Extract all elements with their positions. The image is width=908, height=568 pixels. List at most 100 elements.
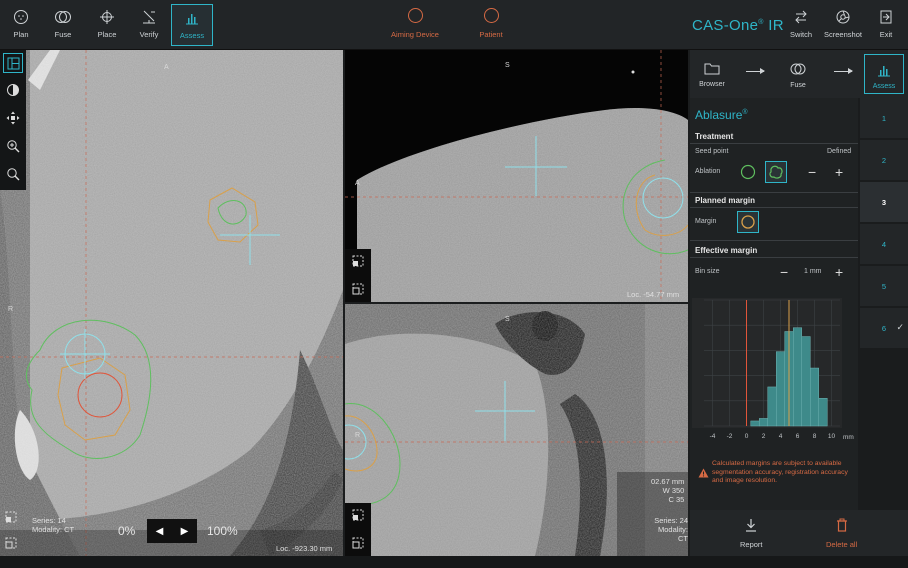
bin-size-minus-button[interactable]: − [780, 265, 788, 279]
nav-fuse-label: Fuse [790, 82, 806, 89]
sagittal-viewport[interactable]: S A Loc. -54.77 mm [345, 50, 688, 302]
planned-margin-heading: Planned margin [695, 196, 756, 205]
x-tick-label: -4 [710, 433, 716, 440]
slider-control[interactable]: ◀ ▶ [147, 519, 197, 543]
panel-actions: Report Delete all [690, 510, 908, 556]
ablasure-panel: Ablasure® Treatment Seed point Defined A… [690, 98, 858, 510]
place-button[interactable]: Place [86, 4, 128, 46]
ablation-minus-button[interactable]: − [808, 165, 816, 179]
orientation-label-left: R [355, 432, 361, 439]
histogram-bar [818, 398, 828, 427]
patient-button[interactable]: Patient [466, 8, 516, 39]
planned-margin-shape-button[interactable] [737, 211, 759, 233]
histogram-bar [759, 418, 768, 427]
warning-text: Calculated margins are subject to availa… [712, 460, 848, 485]
plan-button[interactable]: Plan [0, 4, 42, 46]
workflow-nav: Browser Fuse Assess [690, 50, 908, 98]
switch-label: Switch [789, 30, 813, 39]
layout-toggle-icon[interactable] [2, 508, 20, 526]
orientation-label-top: S [505, 316, 510, 323]
slider-left-icon[interactable]: ◀ [156, 526, 164, 537]
delete-all-label: Delete all [826, 540, 858, 549]
brand-logo: CAS-One® IR [692, 17, 784, 34]
histogram-bar [810, 367, 819, 427]
x-tick-label: -2 [727, 433, 733, 440]
slider-max-label: 100% [207, 524, 238, 538]
maximize-viewport-icon[interactable] [349, 280, 367, 298]
orientation-label-top: S [505, 62, 510, 69]
aiming-device-button[interactable]: Aiming Device [390, 8, 440, 39]
warning-icon [698, 468, 709, 478]
x-tick-label: 4 [779, 433, 783, 440]
nav-browser[interactable]: Browser [692, 54, 732, 94]
bin-size-value: 1 mm [804, 268, 822, 275]
step-tab-3[interactable]: 3 [860, 182, 908, 222]
window-level-info: 02.67 mm W 350 C 35 [651, 477, 685, 504]
margin-circle-icon [741, 215, 755, 229]
panel-title: Ablasure® [695, 108, 748, 122]
viewport-tools [0, 50, 26, 190]
histogram-icon [186, 14, 198, 25]
nav-assess[interactable]: Assess [864, 54, 904, 94]
ablation-label: Ablation [695, 168, 721, 175]
maximize-viewport-icon[interactable] [349, 534, 367, 552]
crosshair-icon [100, 10, 114, 24]
patient-status-icon [483, 8, 499, 23]
nav-arrow-icon [746, 68, 765, 74]
verify-button[interactable]: Verify [128, 4, 170, 46]
layout-toggle-icon[interactable] [349, 506, 367, 524]
zoom-button[interactable] [3, 136, 23, 156]
step-tab-4[interactable]: 4 [860, 224, 908, 264]
nav-arrow-icon [834, 68, 853, 74]
histogram-bar [776, 351, 785, 427]
histogram-bar [750, 420, 760, 427]
screenshot-button[interactable]: Screenshot [822, 4, 864, 46]
divider [690, 192, 858, 193]
coronal-viewport[interactable]: S R 02.67 mm W 350 C 35 Series: 24 Modal… [345, 304, 688, 556]
window-level-button[interactable] [3, 80, 23, 100]
maximize-viewport-icon[interactable] [2, 534, 20, 552]
slider-min-label: 0% [118, 524, 136, 538]
segmented-shape-button[interactable] [765, 161, 787, 183]
fuse-button[interactable]: Fuse [42, 4, 84, 46]
top-toolbar: Plan Fuse Place Verify Assess Aiming Dev… [0, 0, 908, 50]
step-tab-6[interactable]: 6 ✓ [860, 308, 908, 348]
switch-button[interactable]: Switch [780, 4, 822, 46]
margin-label: Margin [695, 218, 717, 225]
step-tab-1[interactable]: 1 [860, 98, 908, 138]
bin-size-label: Bin size [695, 268, 720, 275]
window-level-icon [7, 84, 19, 96]
target-steps: 1 2 3 4 5 6 ✓ [858, 98, 908, 510]
histogram-bar [767, 386, 777, 427]
sphere-shape-button[interactable] [737, 161, 759, 183]
layout-button[interactable] [3, 53, 23, 73]
exit-button[interactable]: Exit [865, 4, 907, 46]
pan-icon [6, 111, 20, 125]
slider-right-icon[interactable]: ▶ [181, 526, 189, 537]
histogram-x-unit: mm [843, 434, 854, 441]
step-tab-2[interactable]: 2 [860, 140, 908, 180]
layout-toggle-icon[interactable] [349, 252, 367, 270]
zoom-icon [7, 140, 20, 153]
x-tick-label: 0 [745, 433, 749, 440]
orientation-label-left: R [8, 306, 14, 313]
fuse-icon [790, 63, 806, 75]
report-button[interactable]: Report [740, 518, 763, 549]
bin-size-plus-button[interactable]: + [835, 265, 843, 279]
ablation-plus-button[interactable]: + [835, 165, 843, 179]
pan-button[interactable] [3, 108, 23, 128]
series-info: Series: 24 Modality: CT [654, 516, 688, 543]
opacity-slider: 0% ◀ ▶ 100% [100, 518, 260, 544]
magnify-button[interactable] [3, 164, 23, 184]
histogram-x-ticks: -4 -2 0 2 4 6 8 10 [710, 433, 836, 440]
magnify-icon [7, 168, 20, 181]
orientation-label-left: A [355, 180, 360, 187]
patient-label: Patient [479, 30, 503, 39]
exit-label: Exit [879, 30, 893, 39]
margin-histogram: % -4-20246810 mm [704, 299, 854, 441]
axial-viewport[interactable]: A R Series: 14 Modality: CT Loc. -923.30… [0, 50, 343, 556]
step-tab-5[interactable]: 5 [860, 266, 908, 306]
assess-button[interactable]: Assess [171, 4, 213, 46]
nav-fuse[interactable]: Fuse [778, 54, 818, 94]
delete-all-button[interactable]: Delete all [826, 518, 857, 549]
